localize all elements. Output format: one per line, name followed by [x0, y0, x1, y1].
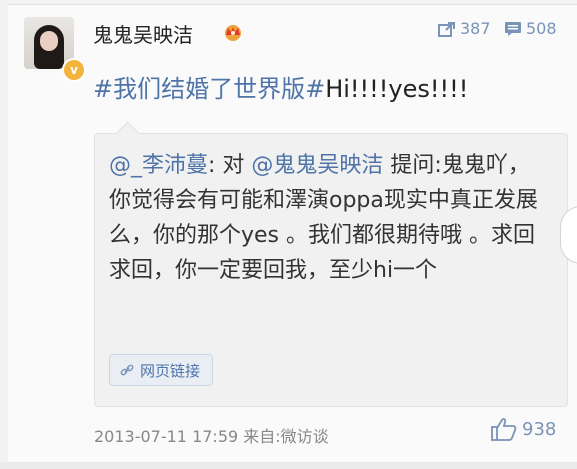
repost-text-a: : 对	[208, 153, 252, 178]
comment-icon	[505, 21, 521, 36]
repost-text: @_李沛蔓: 对 @鬼鬼吴映洁 提问:鬼鬼吖，你觉得会有可能和澤演oppa现实中…	[109, 148, 549, 288]
username[interactable]: 鬼鬼吴映洁	[93, 19, 193, 48]
crown-icon	[225, 25, 241, 41]
mention-target[interactable]: @鬼鬼吴映洁	[251, 153, 383, 178]
like-button[interactable]: 938	[491, 417, 556, 441]
post-body-text: Hi!!!!yes!!!!	[325, 75, 469, 103]
link-icon	[120, 364, 134, 376]
link-label: 网页链接	[140, 361, 201, 380]
reposted-content[interactable]: @_李沛蔓: 对 @鬼鬼吴映洁 提问:鬼鬼吖，你觉得会有可能和澤演oppa现实中…	[94, 121, 568, 407]
comment-stat[interactable]: 508	[504, 19, 557, 38]
repost-stat[interactable]: 387	[438, 19, 491, 38]
next-card-edge	[0, 462, 577, 469]
verified-badge-icon: v	[62, 58, 86, 82]
like-count: 938	[522, 418, 557, 440]
avatar-face-shape	[40, 31, 58, 51]
web-link-button[interactable]: 网页链接	[109, 354, 214, 386]
repost-count: 387	[460, 19, 491, 38]
mention-author[interactable]: @_李沛蔓	[109, 153, 208, 178]
topic-link[interactable]: #我们结婚了世界版#	[93, 75, 325, 103]
timestamp: 2013-07-11 17:59	[94, 427, 239, 446]
repost-pointer	[115, 121, 140, 146]
post-meta: 2013-07-11 17:59 来自:微访谈	[94, 423, 329, 447]
weibo-post-card: v 鬼鬼吴映洁 387 508 #我们结婚了世界版#Hi!!!!yes!!!! …	[8, 4, 577, 463]
thumbs-up-icon	[491, 418, 517, 441]
repost-icon	[438, 21, 455, 37]
source[interactable]: 来自:微访谈	[243, 427, 328, 446]
post-text: #我们结婚了世界版#Hi!!!!yes!!!!	[93, 69, 468, 104]
comment-count: 508	[526, 19, 557, 38]
